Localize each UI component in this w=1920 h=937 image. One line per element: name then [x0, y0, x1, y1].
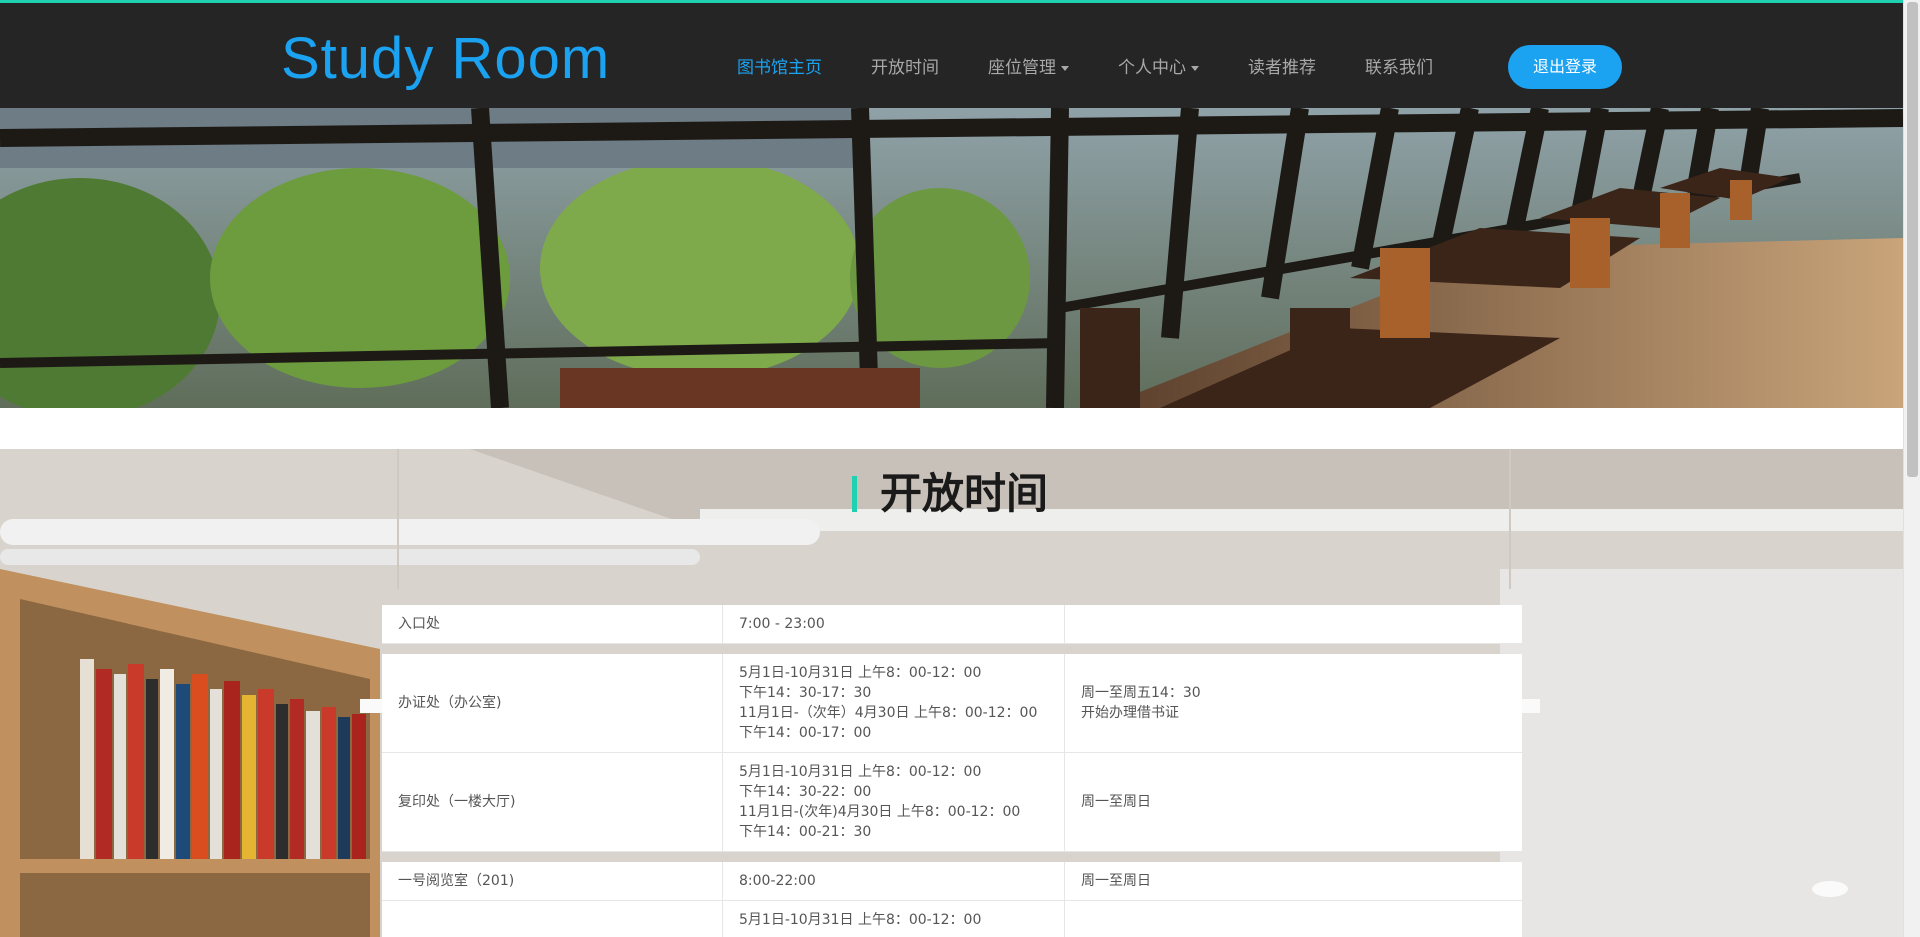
table-row: 入口处 7:00 - 23:00 — [382, 605, 1522, 644]
main-nav: 图书馆主页 开放时间 座位管理 个人中心 读者推荐 联系我们 — [737, 53, 1482, 78]
nav-item-seat-management[interactable]: 座位管理 — [988, 53, 1069, 78]
caret-down-icon — [1191, 65, 1199, 71]
scrollbar-thumb[interactable] — [1907, 2, 1918, 477]
days-cell — [1065, 605, 1522, 643]
table-row: 5月1日-10月31日 上午8：00-12：00 — [382, 901, 1522, 937]
caret-down-icon — [1061, 65, 1069, 71]
place-cell — [382, 901, 723, 937]
time-cell: 5月1日-10月31日 上午8：00-12：00 — [723, 901, 1065, 937]
nav-item-library-home[interactable]: 图书馆主页 — [737, 53, 822, 78]
brand-logo[interactable]: Study Room — [281, 25, 610, 92]
time-cell: 8:00-22:00 — [723, 862, 1065, 900]
days-cell: 周一至周五14：30 开始办理借书证 — [1081, 685, 1201, 721]
days-cell — [1065, 901, 1522, 937]
time-cell: 5月1日-10月31日 上午8：00-12：00 下午14：30-22：00 1… — [723, 753, 1065, 851]
nav-item-opening-hours[interactable]: 开放时间 — [871, 53, 939, 78]
hero-image — [0, 108, 1903, 408]
nav-item-reader-recommend[interactable]: 读者推荐 — [1248, 53, 1316, 78]
place-cell: 一号阅览室（201) — [382, 862, 723, 900]
time-cell: 7:00 - 23:00 — [723, 605, 1065, 643]
days-cell: 周一至周日 — [1081, 794, 1151, 810]
opening-hours-table: 入口处 7:00 - 23:00 办证处（办公室) 5月1日-10月31日 上午… — [382, 605, 1522, 937]
table-row: 复印处（一楼大厅) 5月1日-10月31日 上午8：00-12：00 下午14：… — [382, 753, 1522, 852]
days-cell: 周一至周日 — [1081, 873, 1151, 889]
nav-item-contact-us[interactable]: 联系我们 — [1365, 53, 1433, 78]
page-scrollbar[interactable] — [1903, 0, 1920, 937]
place-cell: 办证处（办公室) — [382, 654, 723, 752]
place-cell: 入口处 — [382, 605, 723, 643]
logout-button[interactable]: 退出登录 — [1508, 45, 1622, 89]
nav-item-personal-center[interactable]: 个人中心 — [1118, 53, 1199, 78]
time-cell: 5月1日-10月31日 上午8：00-12：00 下午14：30-17：30 1… — [723, 654, 1065, 752]
place-cell: 复印处（一楼大厅) — [382, 753, 723, 851]
top-navbar: Study Room 图书馆主页 开放时间 座位管理 个人中心 读者推荐 联系我… — [0, 0, 1903, 108]
table-row: 办证处（办公室) 5月1日-10月31日 上午8：00-12：00 下午14：3… — [382, 654, 1522, 753]
table-row: 一号阅览室（201) 8:00-22:00 周一至周日 — [382, 862, 1522, 901]
section-title: 开放时间 — [852, 470, 1048, 518]
